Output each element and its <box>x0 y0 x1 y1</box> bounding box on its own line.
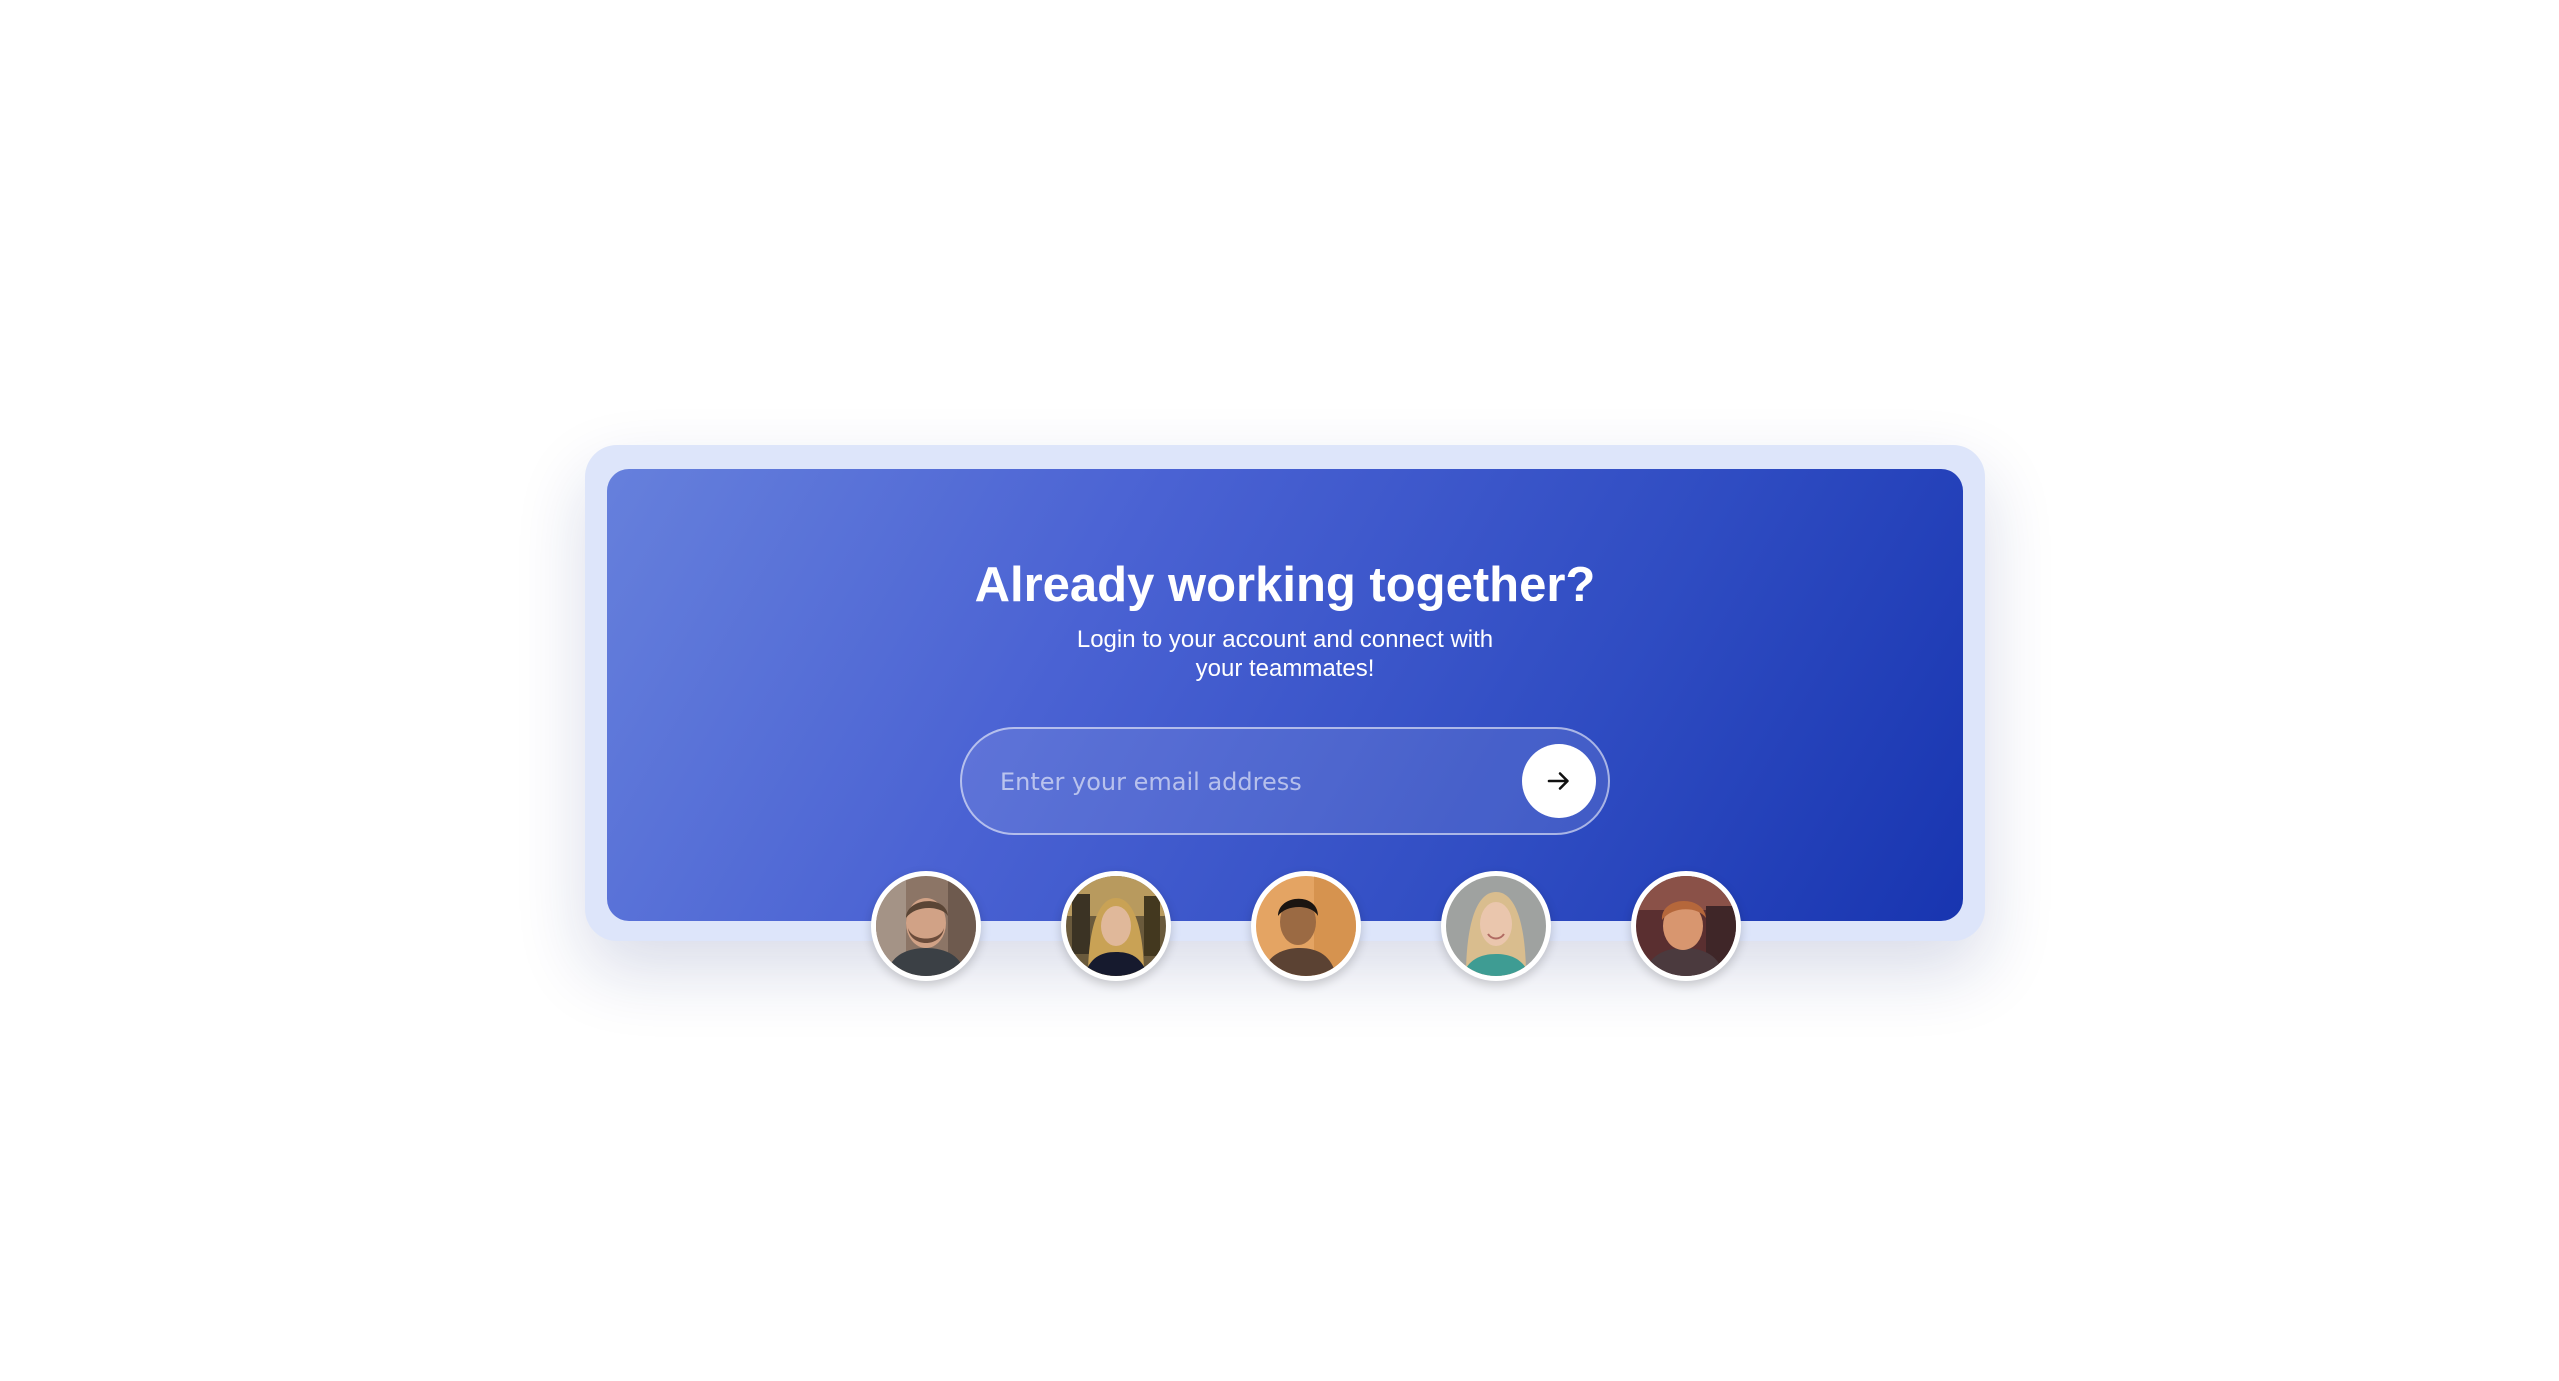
card-subtitle: Login to your account and connect with y… <box>1076 626 1494 682</box>
teammate-avatars <box>0 871 2559 981</box>
page: Already working together? Login to your … <box>0 0 2559 1381</box>
man-red-hair-photo <box>1636 876 1736 976</box>
card-title: Already working together? <box>974 558 1596 612</box>
avatar-1[interactable] <box>871 871 981 981</box>
avatar-3[interactable] <box>1251 871 1361 981</box>
man-beard-photo <box>876 876 976 976</box>
avatar-2[interactable] <box>1061 871 1171 981</box>
email-form <box>960 727 1610 835</box>
man-dark-hair-photo <box>1256 876 1356 976</box>
avatar-5[interactable] <box>1631 871 1741 981</box>
email-input[interactable] <box>998 753 1502 811</box>
woman-blonde-photo <box>1446 876 1546 976</box>
woman-blonde-photo <box>1066 876 1166 976</box>
avatar-4[interactable] <box>1441 871 1551 981</box>
login-card: Already working together? Login to your … <box>607 469 1963 921</box>
submit-button[interactable] <box>1522 744 1596 818</box>
arrow-right-icon <box>1547 772 1569 790</box>
